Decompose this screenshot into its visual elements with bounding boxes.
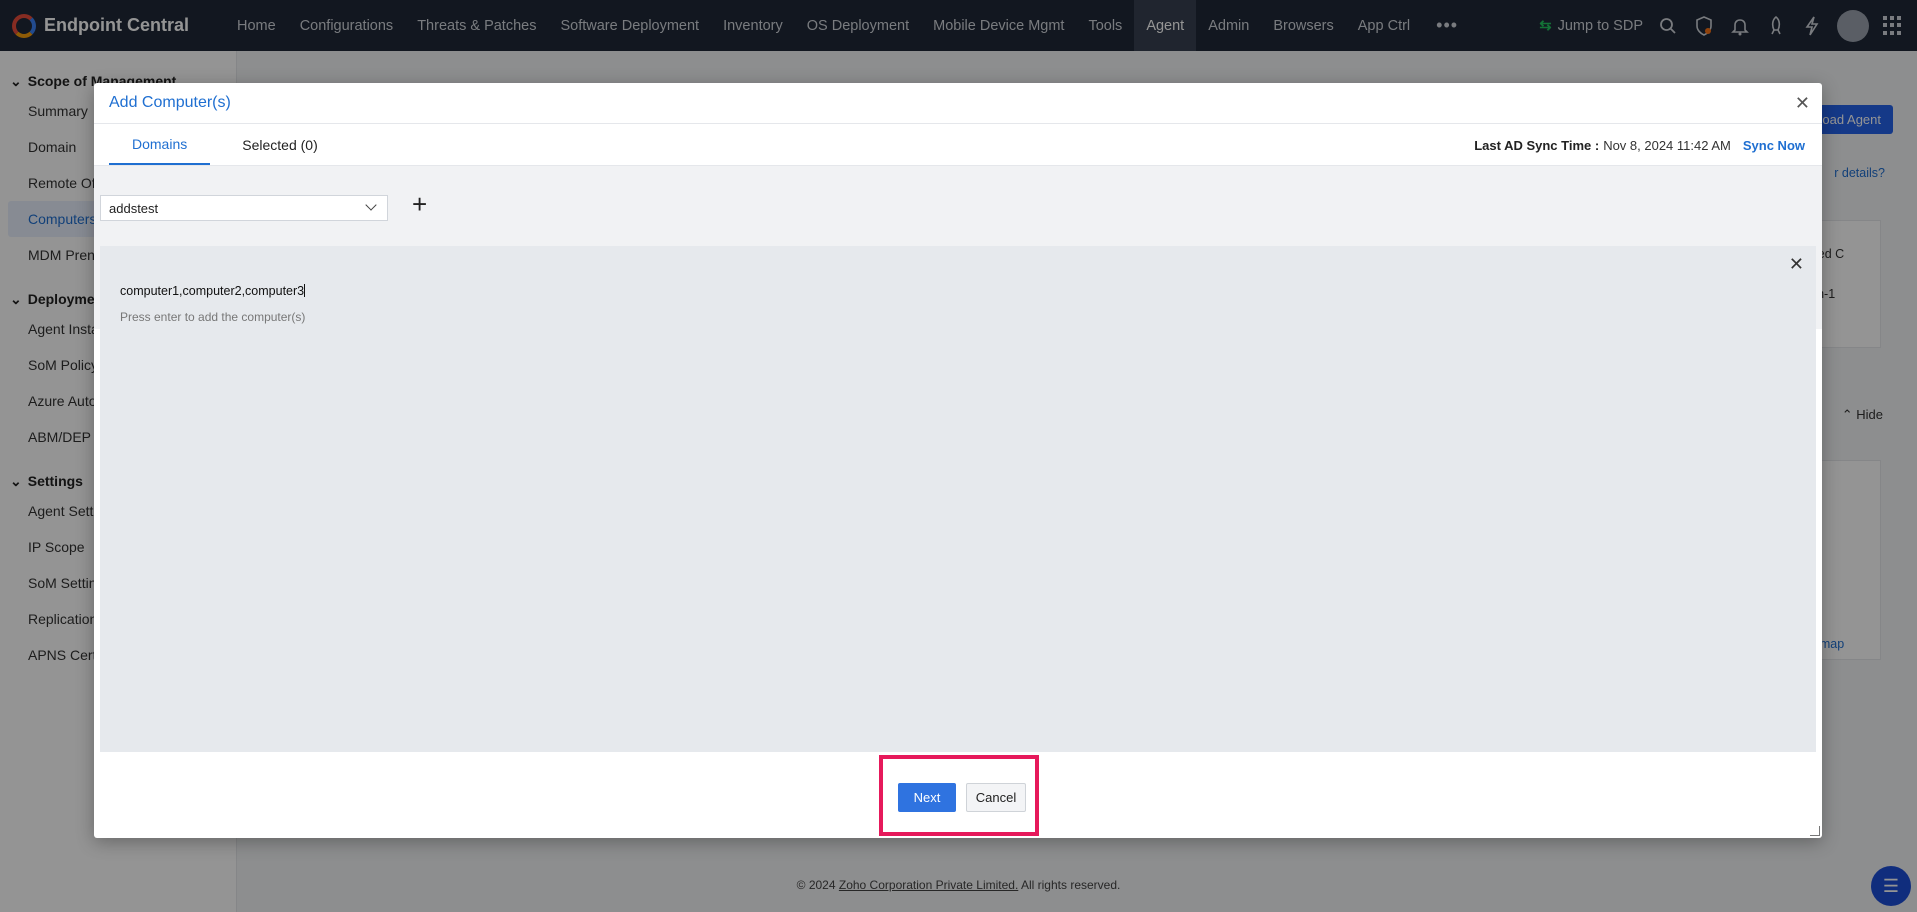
tab-domains[interactable]: Domains (109, 124, 211, 165)
domain-select[interactable]: addstest (100, 195, 388, 221)
cancel-button[interactable]: Cancel (966, 783, 1026, 812)
dialog-tabs: Domains Selected (0) Last AD Sync Time :… (94, 124, 1822, 166)
resize-handle-icon[interactable] (1810, 826, 1820, 836)
add-icon[interactable]: + (412, 191, 427, 217)
computer-entry-panel[interactable]: ✕ computer1,computer2,computer3 Press en… (100, 246, 1816, 752)
add-computers-dialog: Add Computer(s) ✕ Domains Selected (0) L… (94, 83, 1822, 838)
chevron-down-icon (365, 199, 377, 211)
tab-selected[interactable]: Selected (0) (231, 124, 328, 165)
close-icon[interactable]: ✕ (1795, 93, 1810, 114)
domain-select-value: addstest (109, 200, 159, 216)
computer-names-value: computer1,computer2,computer3 (120, 284, 305, 298)
dialog-header: Add Computer(s) (94, 83, 1822, 124)
sync-time: Nov 8, 2024 11:42 AM (1603, 137, 1731, 153)
dialog-title: Add Computer(s) (109, 94, 231, 111)
next-button[interactable]: Next (898, 783, 956, 812)
sync-info: Last AD Sync Time : Nov 8, 2024 11:42 AM… (1474, 124, 1805, 166)
clear-icon[interactable]: ✕ (1789, 254, 1804, 275)
computer-names-input[interactable]: computer1,computer2,computer3 (120, 284, 306, 298)
text-caret (304, 284, 306, 297)
sync-label: Last AD Sync Time : (1474, 137, 1600, 153)
entry-hint: Press enter to add the computer(s) (120, 310, 306, 324)
sync-now-link[interactable]: Sync Now (1743, 138, 1805, 153)
